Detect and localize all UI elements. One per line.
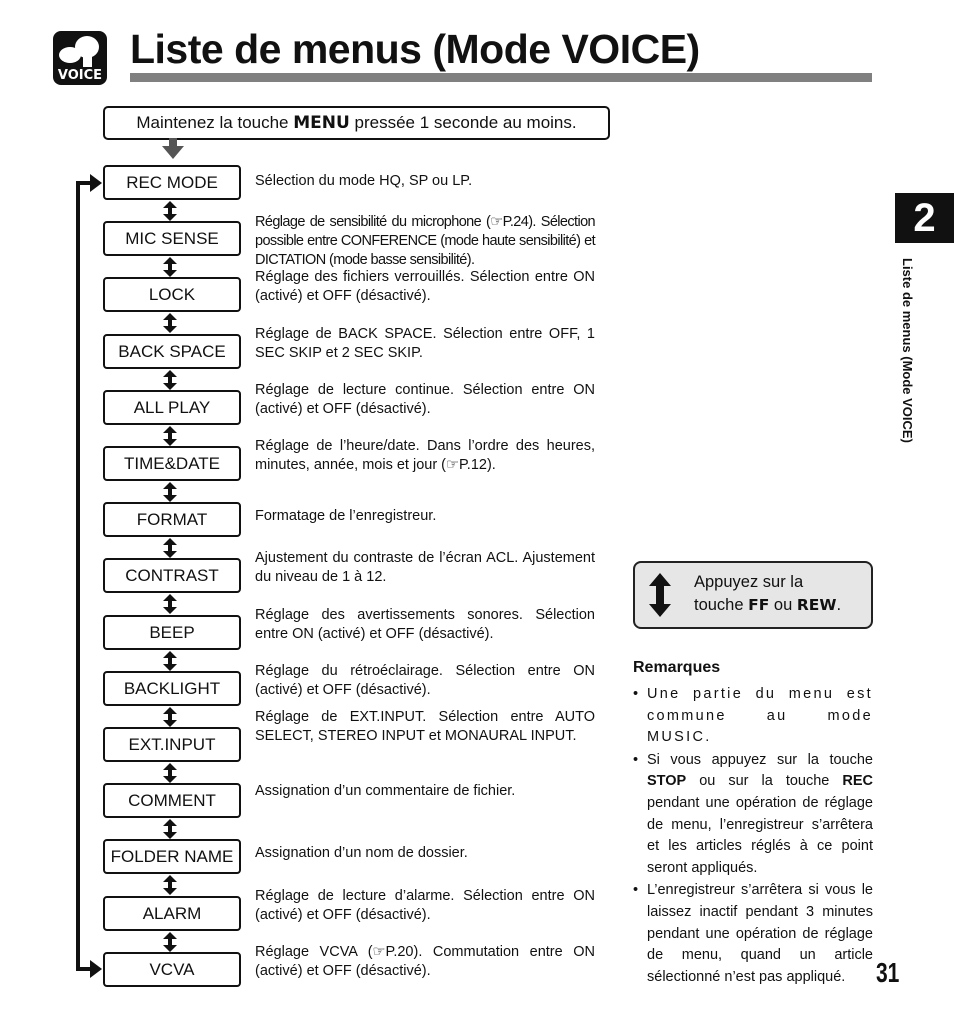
up-down-arrow-icon (163, 313, 177, 333)
voice-mode-icon: VOICE (53, 31, 107, 85)
up-down-arrow-icon (163, 201, 177, 221)
up-down-arrow-icon (163, 482, 177, 502)
down-arrow-icon (162, 138, 184, 159)
up-down-arrow-icon (163, 257, 177, 277)
menu-item-description: Réglage de sensibilité du microphone (☞P… (255, 214, 596, 268)
menu-item-description: Réglage des fichiers verrouillés. Sélect… (255, 269, 595, 304)
up-down-arrow-icon (163, 707, 177, 727)
up-down-arrow-icon (163, 932, 177, 952)
up-down-arrow-icon (163, 763, 177, 783)
up-down-arrow-icon (163, 426, 177, 446)
instruction-box: Maintenez la touche MENU pressée 1 secon… (103, 106, 610, 140)
menu-item-contrast: CONTRAST (103, 558, 241, 593)
menu-item-description: Réglage VCVA (☞P.20). Commutation entre … (255, 944, 595, 979)
up-down-arrow-icon (163, 651, 177, 671)
menu-item-alarm: ALARM (103, 896, 241, 931)
menu-item-ext-input: EXT.INPUT (103, 727, 241, 762)
instruction-prefix: Maintenez la touche (136, 113, 294, 132)
stop-key-label: STOP (647, 773, 687, 790)
menu-item-description: Réglage de lecture d’alarme. Sélection e… (255, 888, 595, 923)
title-underline-bar (130, 73, 872, 82)
menu-item-folder-name: FOLDER NAME (103, 839, 241, 874)
rec-key-label: REC (842, 773, 873, 790)
ff-rew-mid: ou (769, 596, 797, 614)
remark-item: L’enregistreur s’arrêtera si vous le lai… (633, 880, 873, 988)
remarks-list: Une partie du menu est commune au mode M… (633, 684, 873, 989)
menu-item-beep: BEEP (103, 615, 241, 650)
menu-item-comment: COMMENT (103, 783, 241, 818)
menu-item-back-space: BACK SPACE (103, 334, 241, 369)
ff-rew-line1: Appuyez sur la (694, 573, 804, 591)
up-down-arrow-icon (163, 538, 177, 558)
up-down-arrow-icon (163, 370, 177, 390)
menu-item-description: Assignation d’un nom de dossier. (255, 845, 468, 861)
remark-item: Une partie du menu est commune au mode M… (633, 684, 873, 749)
menu-item-description: Formatage de l’enregistreur. (255, 508, 437, 524)
menu-item-description: Ajustement du contraste de l’écran ACL. … (255, 550, 595, 585)
up-down-arrow-icon (163, 594, 177, 614)
bubble-tail (83, 55, 92, 67)
menu-item-description: Réglage de lecture continue. Sélection e… (255, 382, 595, 417)
remark-text: Si vous appuyez sur la touche (647, 751, 873, 768)
loop-line (76, 181, 80, 971)
up-down-arrow-icon (163, 875, 177, 895)
side-chapter-title: Liste de menus (Mode VOICE) (900, 258, 915, 443)
menu-item-description: Assignation d’un commentaire de fichier. (255, 783, 516, 799)
up-down-arrow-icon (163, 819, 177, 839)
remark-text: pendant une opération de réglage de menu… (647, 794, 873, 876)
menu-item-all-play: ALL PLAY (103, 390, 241, 425)
menu-item-description: Réglage des avertissements sonores. Séle… (255, 607, 595, 642)
rew-key-label: REW (796, 596, 837, 614)
menu-item-description: Réglage de BACK SPACE. Sélection entre O… (255, 326, 595, 361)
loop-arrow-bottom-icon (90, 960, 102, 978)
ff-rew-note-box: Appuyez sur la touche FF ou REW. (633, 561, 873, 629)
ff-rew-note-text: Appuyez sur la touche FF ou REW. (694, 571, 841, 617)
menu-item-rec-mode: REC MODE (103, 165, 241, 200)
menu-item-vcva: VCVA (103, 952, 241, 987)
remarks-title: Remarques (633, 659, 721, 676)
menu-item-description: Réglage du rétroéclairage. Sélection ent… (255, 663, 595, 698)
menu-item-description: Réglage de l’heure/date. Dans l’ordre de… (255, 438, 595, 473)
menu-item-lock: LOCK (103, 277, 241, 312)
page-title: Liste de menus (Mode VOICE) (130, 26, 700, 72)
instruction-suffix: pressée 1 seconde au moins. (349, 113, 577, 132)
page-number: 31 (876, 957, 900, 988)
menu-item-description: Sélection du mode HQ, SP ou LP. (255, 173, 473, 189)
ff-key-label: FF (748, 596, 770, 614)
menu-item-mic-sense: MIC SENSE (103, 221, 241, 256)
chapter-tab: 2 (895, 193, 954, 243)
menu-item-format: FORMAT (103, 502, 241, 537)
remark-text: ou sur la touche (686, 773, 843, 790)
loop-arrow-top-icon (90, 174, 102, 192)
up-down-arrow-icon (649, 573, 671, 617)
menu-item-backlight: BACKLIGHT (103, 671, 241, 706)
menu-item-time-date: TIME&DATE (103, 446, 241, 481)
ff-rew-line2-prefix: touche (694, 596, 749, 614)
menu-key-label: MENU (293, 113, 350, 133)
remark-item: Si vous appuyez sur la touche STOP ou su… (633, 750, 873, 880)
menu-item-description: Réglage de EXT.INPUT. Sélection entre AU… (255, 709, 595, 744)
voice-icon-label: VOICE (57, 68, 103, 83)
ff-rew-end: . (836, 596, 842, 614)
